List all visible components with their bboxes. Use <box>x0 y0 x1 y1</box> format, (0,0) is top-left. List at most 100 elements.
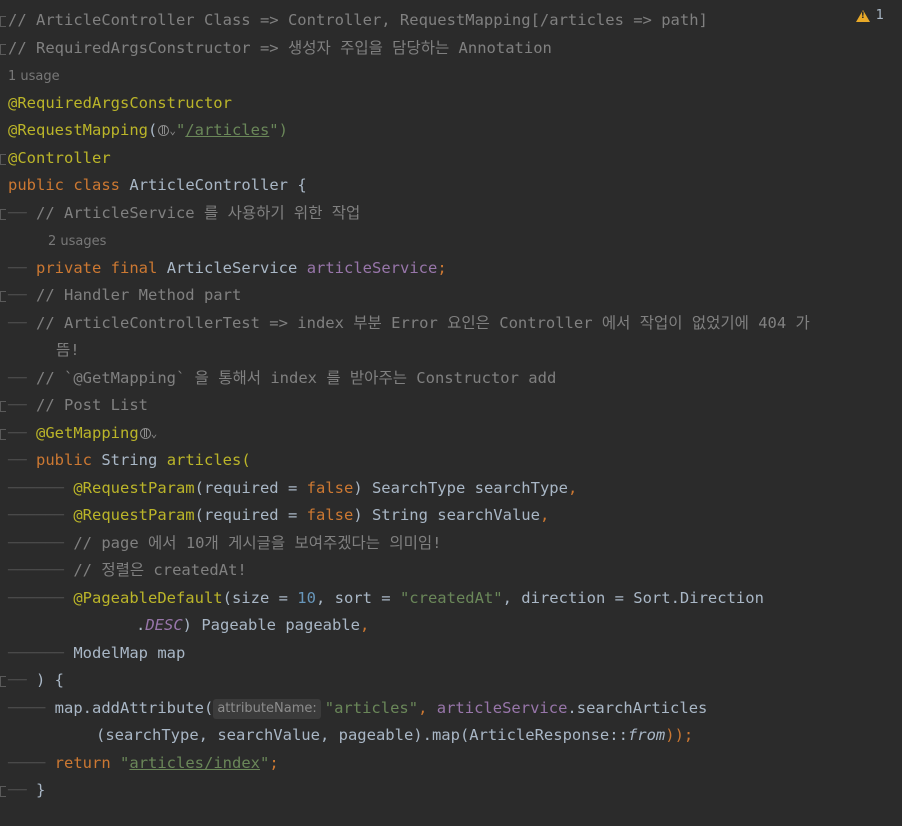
code-line: ── ) { <box>8 667 902 694</box>
indent-guide: ────── <box>8 479 74 497</box>
code-comment: // page 에서 10개 게시글을 보여주겠다는 의미임! <box>73 534 442 552</box>
code-text: ) String searchValue <box>353 506 540 524</box>
fold-marker[interactable] <box>0 35 8 62</box>
annotation-line: @Controller <box>8 149 111 167</box>
indent-guide: ────── <box>8 534 74 552</box>
url-link[interactable]: /articles <box>185 121 269 139</box>
code-line: ── // `@GetMapping` 을 통해서 index 를 받아주는 C… <box>8 365 902 392</box>
annotation: @RequestParam <box>73 479 195 497</box>
fold-marker[interactable] <box>0 282 8 309</box>
inspection-widget[interactable]: 1 <box>855 6 884 26</box>
statement-line: ──── map.addAttribute(attributeName: "art… <box>8 695 902 722</box>
code-comment: // ArticleController Class => Controller… <box>8 11 708 29</box>
method-declaration: ── public String articles( <box>8 447 902 474</box>
warning-count: 1 <box>875 8 884 23</box>
field-declaration: ── private final ArticleService articleS… <box>8 255 902 282</box>
code-comment: // RequiredArgsConstructor => 생성자 주입을 담당… <box>8 39 552 57</box>
fold-marker[interactable] <box>0 667 8 694</box>
code-comment: 뜸! <box>56 341 80 359</box>
globe-icon[interactable] <box>158 125 170 136</box>
indent-guide: ────── <box>8 506 74 524</box>
code-line: ── // Post List <box>8 392 902 419</box>
type-name: ArticleService <box>166 259 298 277</box>
class-name: ArticleController { <box>129 176 307 194</box>
keyword: public <box>8 176 64 194</box>
annotation: @RequestParam <box>73 506 195 524</box>
indent-guide: ── <box>8 286 36 304</box>
fold-marker[interactable] <box>0 392 8 419</box>
chevron-down-icon[interactable]: ⌄ <box>169 117 176 144</box>
code-line: ────── // page 에서 10개 게시글을 보여주겠다는 의미임! <box>8 530 902 557</box>
punctuation: , <box>567 479 578 497</box>
code-editor[interactable]: 1 // ArticleController Class => Controll… <box>0 0 902 826</box>
fold-marker[interactable] <box>0 145 8 172</box>
code-text: (required = <box>194 506 307 524</box>
code-comment: // ArticleService 를 사용하기 위한 작업 <box>36 204 361 222</box>
type-name: String <box>101 451 158 469</box>
field-name: articleService <box>306 259 438 277</box>
code-line: ── } <box>8 777 902 804</box>
indent-guide: ── <box>8 424 36 442</box>
indent-guide: ────── <box>8 561 74 579</box>
code-text: ) SearchType searchType <box>353 479 568 497</box>
code-text: (size = <box>222 589 298 607</box>
indent-guide: ── <box>8 259 36 277</box>
globe-icon[interactable] <box>139 428 151 439</box>
url-link[interactable]: articles/index <box>129 754 260 772</box>
enum-constant: DESC <box>145 616 183 634</box>
code-comment: // ArticleControllerTest => index 부분 Err… <box>36 314 810 332</box>
code-text: )); <box>665 726 694 744</box>
parameter-line: ────── @RequestParam(required = false) S… <box>8 475 902 502</box>
annotation: @PageableDefault <box>73 589 223 607</box>
code-text: , sort = <box>315 589 400 607</box>
punctuation: . <box>136 616 146 634</box>
string-quote: " <box>120 754 130 772</box>
code-text: (required = <box>194 479 307 497</box>
indent-guide: ──── <box>8 754 55 772</box>
keyword: false <box>306 479 354 497</box>
indent-guide: ── <box>8 671 36 689</box>
annotation-line: @RequestMapping(⌄"/articles") <box>8 117 902 144</box>
code-line-wrap: 뜸! <box>56 337 902 364</box>
punctuation: , <box>359 616 370 634</box>
parameter-line: ────── ModelMap map <box>8 640 902 667</box>
punctuation: ") <box>269 121 288 139</box>
code-text: ModelMap map <box>73 644 186 662</box>
annotation: @GetMapping <box>36 424 139 442</box>
field-name: articleService <box>436 699 568 717</box>
string-quote: " <box>175 121 186 139</box>
fold-marker[interactable] <box>0 7 8 34</box>
method-reference: from <box>627 726 666 744</box>
punctuation: ( <box>147 121 158 139</box>
parameter-line-wrap: .DESC) Pageable pageable, <box>136 612 902 639</box>
string-literal: "articles" <box>324 699 419 717</box>
keyword: class <box>73 176 121 194</box>
chevron-down-icon[interactable]: ⌄ <box>151 420 158 447</box>
indent-guide: ── <box>8 369 36 387</box>
indent-guide: ── <box>8 451 36 469</box>
code-comment: // 정렬은 createdAt! <box>73 561 247 579</box>
parameter-line: ────── @RequestParam(required = false) S… <box>8 502 902 529</box>
string-literal: "createdAt" <box>399 589 503 607</box>
indent-guide: ────── <box>8 644 74 662</box>
parameter-line: ────── @PageableDefault(size = 10, sort … <box>8 585 902 612</box>
code-text: ) { <box>36 671 64 689</box>
code-text: , direction = Sort.Direction <box>502 589 764 607</box>
fold-marker[interactable] <box>0 420 8 447</box>
code-line: ── // ArticleControllerTest => index 부분 … <box>8 310 902 337</box>
fold-marker[interactable] <box>0 200 8 227</box>
usages-hint[interactable]: 2 usages <box>48 228 106 255</box>
keyword: final <box>110 259 158 277</box>
code-text: .searchArticles <box>567 699 708 717</box>
punctuation: , <box>418 699 437 717</box>
fold-marker[interactable] <box>0 777 8 804</box>
indent-guide: ──── <box>8 699 55 717</box>
statement-line-wrap: (searchType, searchValue, pageable).map(… <box>96 722 902 749</box>
keyword: private <box>36 259 102 277</box>
parameter-hint: attributeName: <box>213 699 321 719</box>
code-comment: // Post List <box>36 396 148 414</box>
punctuation: , <box>539 506 550 524</box>
punctuation: ; <box>437 259 447 277</box>
code-text: (searchType, searchValue, pageable).map(… <box>96 726 628 744</box>
usages-hint[interactable]: 1 usage <box>8 63 60 90</box>
